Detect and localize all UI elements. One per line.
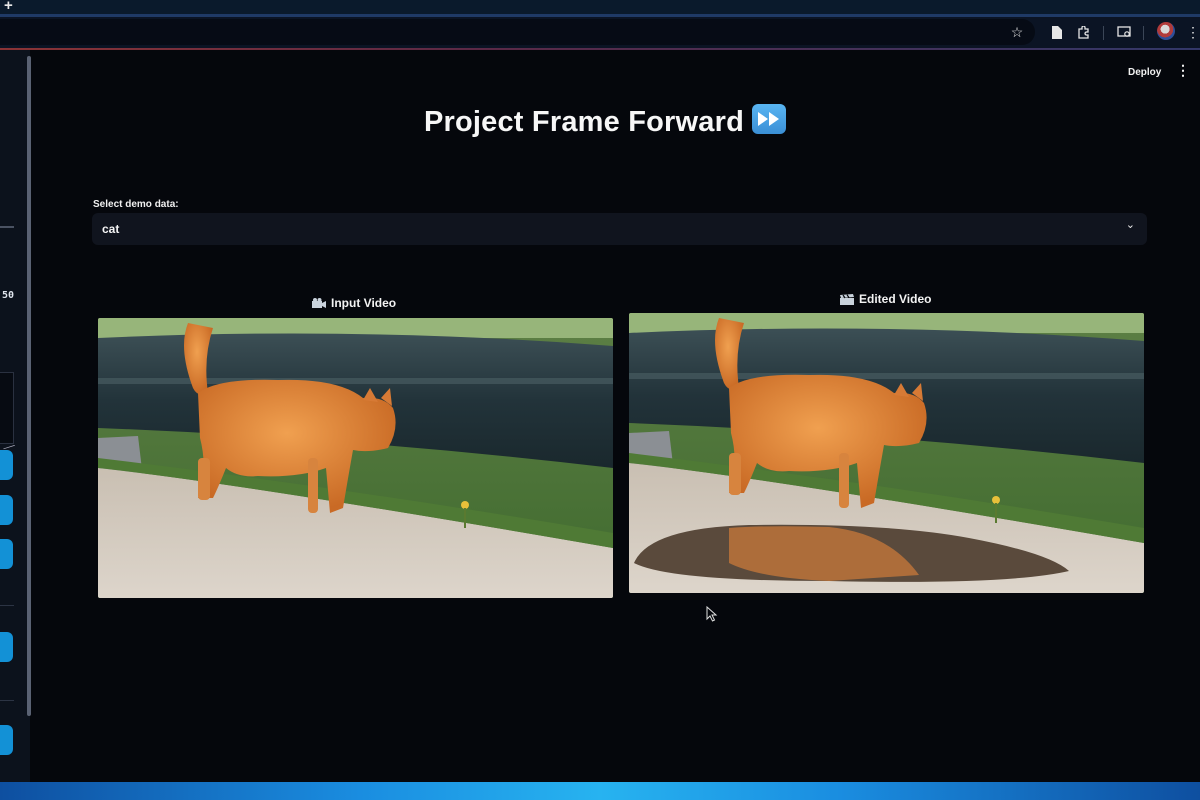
demo-data-select[interactable]: cat ⌄ [92, 213, 1147, 245]
select-value: cat [102, 222, 120, 236]
edited-video-label: Edited Video [859, 292, 932, 306]
page-title: Project Frame Forward [0, 104, 1200, 139]
document-icon[interactable] [1047, 23, 1065, 41]
sidebar-slider-value: 50 [2, 290, 15, 301]
taskbar-edge [0, 782, 1200, 800]
sidebar-button-3[interactable] [0, 539, 13, 569]
mouse-cursor-icon [706, 606, 718, 622]
deploy-button[interactable]: Deploy [1128, 67, 1161, 78]
profile-avatar[interactable] [1157, 22, 1175, 40]
star-icon[interactable]: ☆ [1008, 23, 1026, 41]
sidebar-button-4[interactable] [0, 632, 13, 662]
new-tab-button[interactable]: + [4, 0, 13, 14]
fast-forward-icon [752, 104, 787, 134]
edited-video-header: Edited Video [840, 292, 931, 306]
cast-icon[interactable] [1115, 23, 1133, 41]
input-video-label: Input Video [331, 296, 397, 310]
sidebar-button-1[interactable] [0, 450, 13, 480]
sidebar-button-2[interactable] [0, 495, 13, 525]
input-video-player[interactable] [98, 318, 613, 598]
input-video-header: Input Video [312, 296, 396, 310]
browser-toolbar: ☆ ⋮ [0, 17, 1200, 49]
sidebar-divider [0, 700, 14, 701]
extensions-icon[interactable] [1074, 23, 1092, 41]
chevron-down-icon: ⌄ [1125, 219, 1135, 231]
sidebar-slider-track[interactable] [0, 226, 14, 228]
address-bar[interactable] [0, 19, 1035, 45]
edited-video-frame [629, 313, 1144, 593]
film-projector-icon [312, 297, 326, 309]
sidebar-button-5[interactable] [0, 725, 13, 755]
sidebar-divider [0, 605, 14, 606]
sidebar: 50 ╱ [0, 50, 30, 785]
edited-video-player[interactable] [629, 313, 1144, 593]
sidebar-text-area[interactable] [0, 372, 14, 444]
page-title-text: Project Frame Forward [423, 106, 745, 138]
clapper-board-icon [840, 293, 854, 305]
toolbar-divider [0, 48, 1200, 50]
toolbar-separator [1143, 26, 1144, 40]
input-video-frame [98, 318, 613, 598]
screen: + ☆ ⋮ 50 ╱ Deploy ⋮ Project Frame Forwar… [0, 0, 1200, 800]
main-menu-icon[interactable]: ⋮ [1176, 63, 1190, 77]
sidebar-resize-edge[interactable] [27, 56, 31, 716]
select-label: Select demo data: [93, 199, 179, 210]
toolbar-separator [1103, 26, 1104, 40]
menu-dots-icon[interactable]: ⋮ [1184, 23, 1200, 41]
